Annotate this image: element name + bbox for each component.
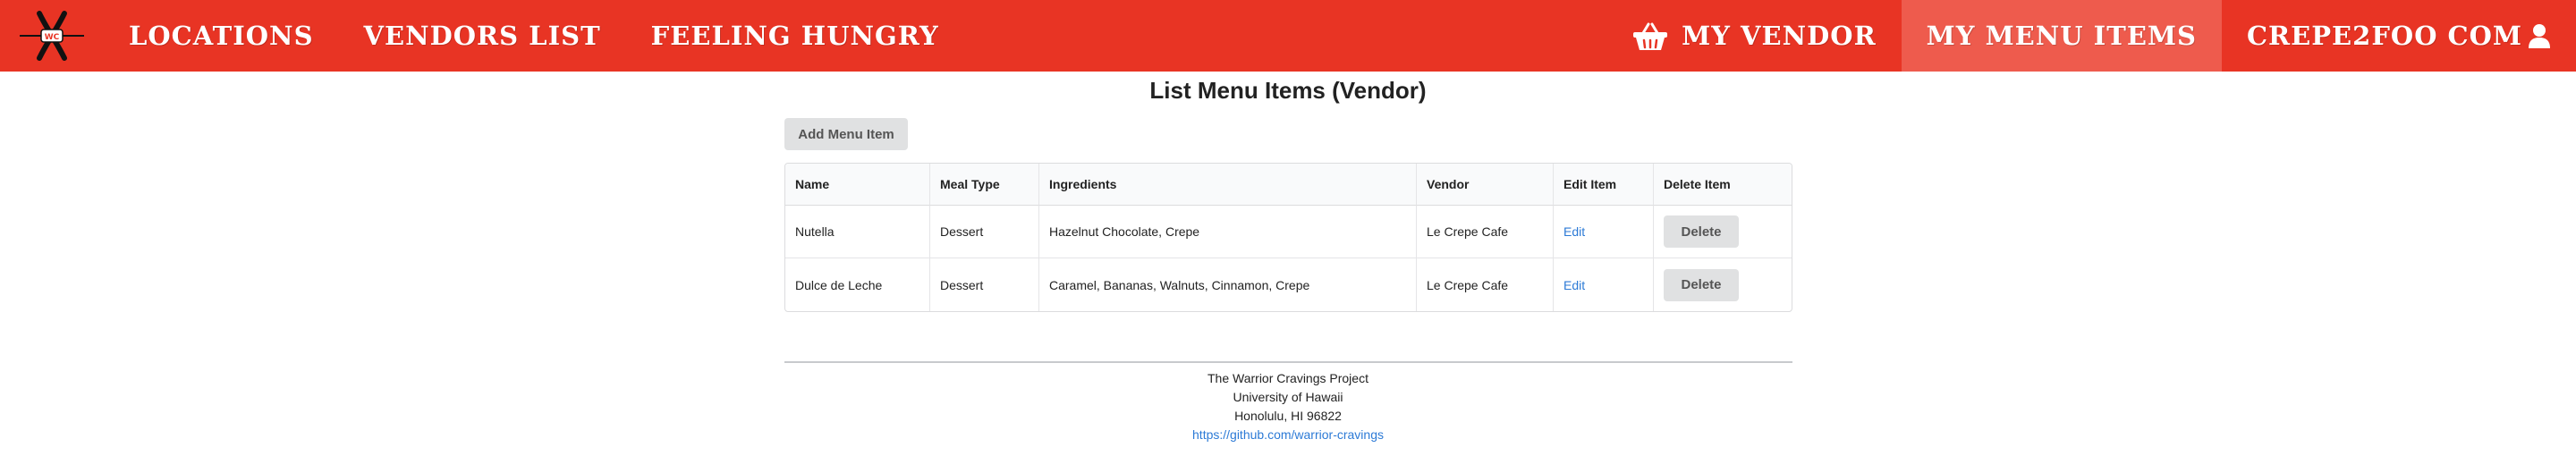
table-header-row: Name Meal Type Ingredients Vendor Edit I…: [785, 164, 1792, 206]
svg-text:WC: WC: [45, 33, 60, 42]
edit-link[interactable]: Edit: [1563, 224, 1585, 239]
nav-user-menu[interactable]: CREPE2FOO COM: [2222, 0, 2576, 72]
cell-name: Dulce de Leche: [795, 277, 883, 292]
column-header-name: Name: [785, 164, 929, 206]
table-row: Nutella Dessert Hazelnut Chocolate, Crep…: [785, 206, 1792, 258]
nav-locations[interactable]: LOCATIONS: [104, 0, 339, 72]
column-header-vendor: Vendor: [1416, 164, 1553, 206]
cell-vendor: Le Crepe Cafe: [1416, 206, 1553, 258]
shopping-basket-icon: [1631, 21, 1669, 51]
user-icon: [2528, 23, 2551, 48]
nav-vendors-list[interactable]: VENDORS LIST: [339, 0, 626, 72]
cell-delete: Delete: [1653, 206, 1792, 258]
nav-my-menu-items[interactable]: MY MENU ITEMS: [1901, 0, 2222, 72]
footer-project-name: The Warrior Cravings Project: [1208, 371, 1368, 385]
edit-link[interactable]: Edit: [1563, 278, 1585, 292]
warrior-cravings-logo-icon: WC: [20, 11, 84, 61]
logo[interactable]: WC: [0, 0, 104, 72]
cell-meal-type: Dessert: [929, 258, 1038, 311]
menu-items-table: Name Meal Type Ingredients Vendor Edit I…: [784, 163, 1792, 312]
delete-button[interactable]: Delete: [1664, 215, 1739, 248]
nav-my-vendor[interactable]: MY VENDOR: [1606, 0, 1902, 72]
cell-edit: Edit: [1553, 206, 1653, 258]
cell-ingredients: Caramel, Bananas, Walnuts, Cinnamon, Cre…: [1038, 258, 1416, 311]
cell-name: Nutella: [785, 206, 929, 258]
column-header-ingredients: Ingredients: [1038, 164, 1416, 206]
cell-delete: Delete: [1653, 258, 1792, 311]
add-menu-item-button[interactable]: Add Menu Item: [784, 118, 908, 150]
nav-my-vendor-label: MY VENDOR: [1682, 21, 1877, 51]
page-title: List Menu Items (Vendor): [1149, 77, 1427, 104]
nav-feeling-hungry[interactable]: FEELING HUNGRY: [626, 0, 964, 72]
footer: The Warrior Cravings Project University …: [0, 369, 2576, 444]
footer-university: University of Hawaii: [1233, 390, 1343, 404]
table-row: Dulce de Leche Dessert Caramel, Bananas,…: [785, 258, 1792, 311]
cell-meal-type: Dessert: [929, 206, 1038, 258]
cell-ingredients: Hazelnut Chocolate, Crepe: [1038, 206, 1416, 258]
cell-vendor: Le Crepe Cafe: [1416, 258, 1553, 311]
user-name: CREPE2FOO COM: [2246, 21, 2522, 51]
column-header-edit-item: Edit Item: [1553, 164, 1653, 206]
column-header-delete-item: Delete Item: [1653, 164, 1792, 206]
navbar: WC LOCATIONS VENDORS LIST FEELING HUNGRY…: [0, 0, 2576, 72]
footer-address: Honolulu, HI 96822: [1234, 409, 1342, 423]
column-header-meal-type: Meal Type: [929, 164, 1038, 206]
footer-github-link[interactable]: https://github.com/warrior-cravings: [1192, 427, 1384, 442]
cell-edit: Edit: [1553, 258, 1653, 311]
footer-divider: [784, 361, 1792, 363]
delete-button[interactable]: Delete: [1664, 268, 1739, 301]
